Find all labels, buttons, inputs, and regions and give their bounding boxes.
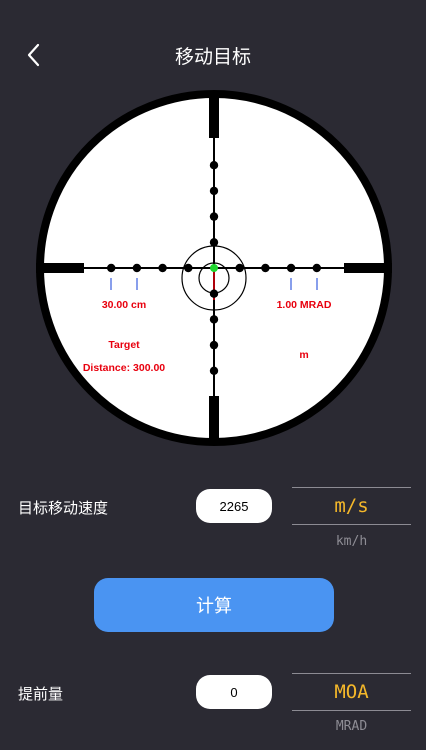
mil-dot [235,263,244,273]
mil-dot [132,263,142,273]
distance-label: Distance: 300.00 [83,362,165,374]
page-title: 移动目标 [174,46,251,68]
left-scale-label: 30.00 cm [102,299,146,311]
distance-unit-label: m [299,349,308,361]
speed-label: 目标移动速度 [18,499,109,517]
post-right [344,263,392,273]
mil-dot [184,263,193,273]
target-label: Target [108,339,140,351]
mil-dot [158,263,167,273]
post-top [209,94,219,138]
mil-dot [209,366,219,375]
post-left [36,263,84,273]
mil-dot [209,340,219,350]
mil-dot [209,161,219,170]
right-scale-label: 1.00 MRAD [277,299,332,311]
calculate-button[interactable]: 计算 [94,578,334,632]
lead-unit-selected[interactable]: MOA [292,681,411,703]
speed-unit-selector: m/s km/h [292,487,411,551]
unit-divider-bottom [292,524,411,525]
mil-dot [209,238,219,247]
lead-label: 提前量 [18,685,64,703]
mil-dot [312,263,321,273]
speed-unit-selected[interactable]: m/s [292,495,411,517]
mil-dot [209,289,219,298]
mil-dot [107,263,116,273]
unit-divider-top [292,673,411,674]
unit-divider-top [292,487,411,488]
speed-input[interactable] [196,489,272,523]
speed-unit-option[interactable]: km/h [292,534,411,549]
unit-divider-bottom [292,710,411,711]
lead-input[interactable] [196,675,272,709]
mil-dot [261,263,270,273]
mil-dot [209,186,219,196]
scope-reticle: 30.00 cm 1.00 MRAD Target Distance: 300.… [36,90,392,446]
lead-unit-option[interactable]: MRAD [292,719,411,734]
center-dot [210,264,218,272]
mil-dot [286,263,296,273]
mil-dot [209,212,219,221]
mil-dot [209,315,219,324]
lead-unit-selector: MOA MRAD [292,673,411,737]
post-bottom [209,396,219,442]
